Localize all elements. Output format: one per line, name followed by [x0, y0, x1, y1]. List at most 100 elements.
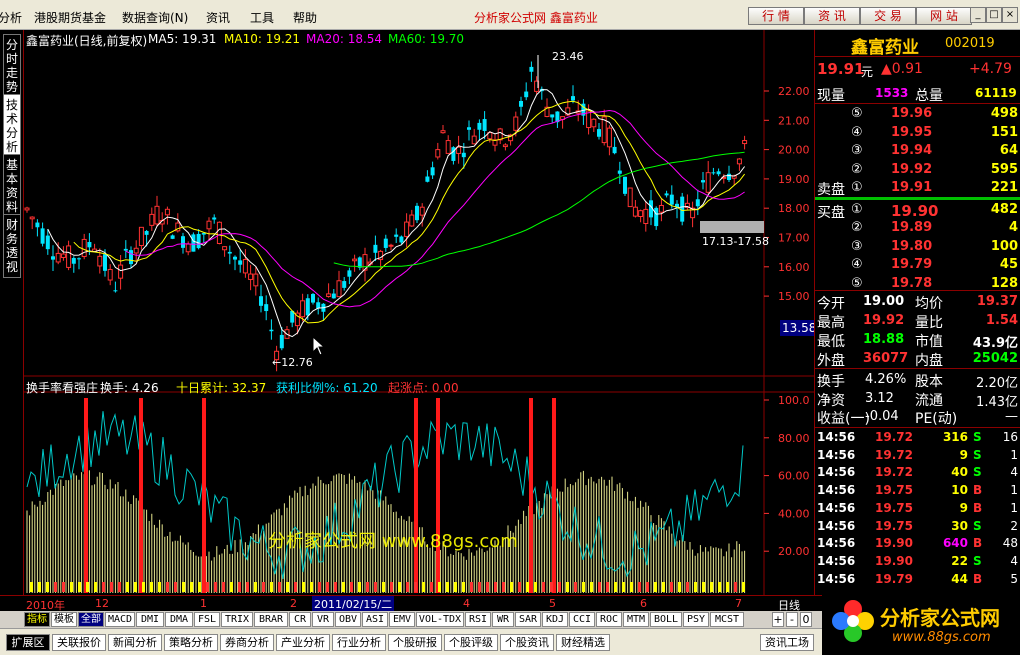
tab-technical[interactable]: 技术分析 — [3, 94, 21, 158]
menu-item-analysis[interactable]: 分析 — [0, 9, 22, 26]
candle-body-up — [222, 246, 228, 251]
tab-intraday[interactable]: 分时走势 — [3, 34, 21, 98]
indicator-tab[interactable]: KDJ — [542, 612, 568, 627]
indicator-tab[interactable]: PSY — [683, 612, 709, 627]
indicator-tab[interactable]: 全部 — [78, 612, 104, 627]
kline-chart[interactable]: 22.00 21.00 20.00 19.00 18.00 17.00 16.00 15.00… — [24, 30, 814, 595]
function-tab[interactable]: 行业分析 — [332, 634, 386, 651]
volume-marker — [190, 582, 193, 592]
bid-price[interactable]: 19.89 — [891, 220, 932, 235]
bid-level: ⑤ — [851, 275, 863, 291]
indicator-tab[interactable]: DMA — [165, 612, 193, 627]
indicator-tab[interactable]: 指标 — [24, 612, 50, 627]
function-tab[interactable]: 个股资讯 — [500, 634, 554, 651]
ask-price[interactable]: 19.94 — [891, 143, 932, 158]
function-tab[interactable]: 策略分析 — [164, 634, 218, 651]
indicator-tab[interactable]: 模板 — [51, 612, 77, 627]
indicator-tab[interactable]: TRIX — [221, 612, 253, 627]
function-tab[interactable]: 扩展区 — [6, 634, 50, 651]
indicator-tab[interactable]: BOLL — [650, 612, 682, 627]
indicator-tab[interactable]: RSI — [465, 612, 491, 627]
indicator-tab[interactable]: BRAR — [254, 612, 288, 627]
ask-price[interactable]: 19.96 — [891, 106, 932, 121]
indicator-tab[interactable]: CCI — [569, 612, 595, 627]
trade-volume: 9 — [959, 500, 968, 515]
candle-body-down — [529, 66, 534, 72]
function-tab[interactable]: 个股研报 — [388, 634, 442, 651]
close-button[interactable]: × — [1002, 7, 1018, 23]
bid-price[interactable]: 19.80 — [891, 239, 932, 254]
trade-price: 19.75 — [875, 518, 913, 533]
indicator-tab[interactable]: EMV — [389, 612, 415, 627]
candle-body-up — [705, 172, 711, 193]
indicator-tab[interactable]: ROC — [596, 612, 622, 627]
function-tab[interactable]: 产业分析 — [276, 634, 330, 651]
volume-marker — [38, 582, 41, 592]
indicator-tab[interactable]: MACD — [105, 612, 135, 627]
indicator-tab[interactable]: CR — [289, 612, 311, 627]
tab-profile[interactable]: 基本资料 — [3, 154, 21, 218]
zoom-out-button[interactable]: - — [786, 612, 798, 627]
function-tab[interactable]: 个股评级 — [444, 634, 498, 651]
ask-price[interactable]: 19.92 — [891, 162, 932, 177]
candle-body-down — [482, 119, 487, 131]
candle-body-up — [97, 255, 103, 267]
indicator-tab[interactable]: OBV — [335, 612, 361, 627]
bid-price[interactable]: 19.79 — [891, 257, 932, 272]
trade-count: 1 — [1010, 483, 1018, 498]
website-button[interactable]: 网 站 — [916, 7, 972, 25]
volume-marker — [694, 582, 697, 592]
info-workshop-button[interactable]: 资讯工场 — [760, 634, 814, 651]
minimize-button[interactable]: _ — [970, 7, 986, 23]
price-unit: 元 — [861, 65, 874, 79]
high-annotation: 23.46 — [552, 50, 584, 63]
indicator-tab[interactable]: VOL-TDX — [416, 612, 464, 627]
menu-item-hk-futures[interactable]: 港股期货基金 — [34, 9, 106, 26]
info-button[interactable]: 资 讯 — [804, 7, 860, 25]
function-tab[interactable]: 券商分析 — [220, 634, 274, 651]
candle-body-down — [347, 270, 352, 277]
candle-body-down — [664, 193, 669, 196]
time-label-6: 6 — [640, 597, 647, 610]
indicator-tab[interactable]: WR — [492, 612, 514, 627]
ma5-label: MA5: 19.31 — [148, 32, 217, 46]
indicator-tab[interactable]: ASI — [362, 612, 388, 627]
menu-item-help[interactable]: 帮助 — [293, 9, 317, 26]
menu-item-tools[interactable]: 工具 — [250, 9, 274, 26]
zoom-in-button[interactable]: + — [772, 612, 784, 627]
function-tab[interactable]: 关联报价 — [52, 634, 106, 651]
zoom-reset-button[interactable]: 0 — [800, 612, 812, 627]
indicator-tab[interactable]: MCST — [710, 612, 744, 627]
ask-price[interactable]: 19.91 — [891, 180, 932, 195]
function-tab[interactable]: 财经精选 — [556, 634, 610, 651]
stat-value: 19.37 — [976, 294, 1018, 309]
menu-item-data-query[interactable]: 数据查询(N) — [122, 9, 188, 26]
ask-volume: 151 — [990, 124, 1018, 140]
trade-volume: 40 — [951, 465, 968, 480]
candle-body-down — [87, 242, 92, 248]
quote-button[interactable]: 行 情 — [748, 7, 804, 25]
indicator-tab[interactable]: SAR — [515, 612, 541, 627]
candle-body-down — [519, 100, 523, 107]
maximize-button[interactable]: □ — [986, 7, 1002, 23]
current-volume: 1533 — [875, 86, 909, 100]
volume-marker — [670, 582, 673, 592]
tab-finance[interactable]: 财务透视 — [3, 214, 21, 278]
indicator-tab[interactable]: VR — [312, 612, 334, 627]
volume-marker — [102, 582, 105, 592]
price-tick-label: 19.00 — [778, 173, 810, 186]
indicator-tab[interactable]: MTM — [623, 612, 649, 627]
indicator-tab[interactable]: DMI — [136, 612, 164, 627]
function-tab[interactable]: 新闻分析 — [108, 634, 162, 651]
volume-marker — [150, 582, 153, 592]
menu-item-news[interactable]: 资讯 — [206, 9, 230, 26]
launch-point-bar — [84, 398, 88, 593]
bid-price[interactable]: 19.78 — [891, 276, 932, 291]
ask-price[interactable]: 19.95 — [891, 125, 932, 140]
stock-label: 鑫富药业(日线,前复权) — [26, 34, 148, 48]
bid-price[interactable]: 19.90 — [891, 202, 938, 220]
trade-side: B — [973, 536, 983, 551]
trade-button[interactable]: 交 易 — [860, 7, 916, 25]
chart-area[interactable]: 22.00 21.00 20.00 19.00 18.00 17.00 16.00 15.00… — [24, 30, 816, 595]
indicator-tab[interactable]: FSL — [194, 612, 220, 627]
